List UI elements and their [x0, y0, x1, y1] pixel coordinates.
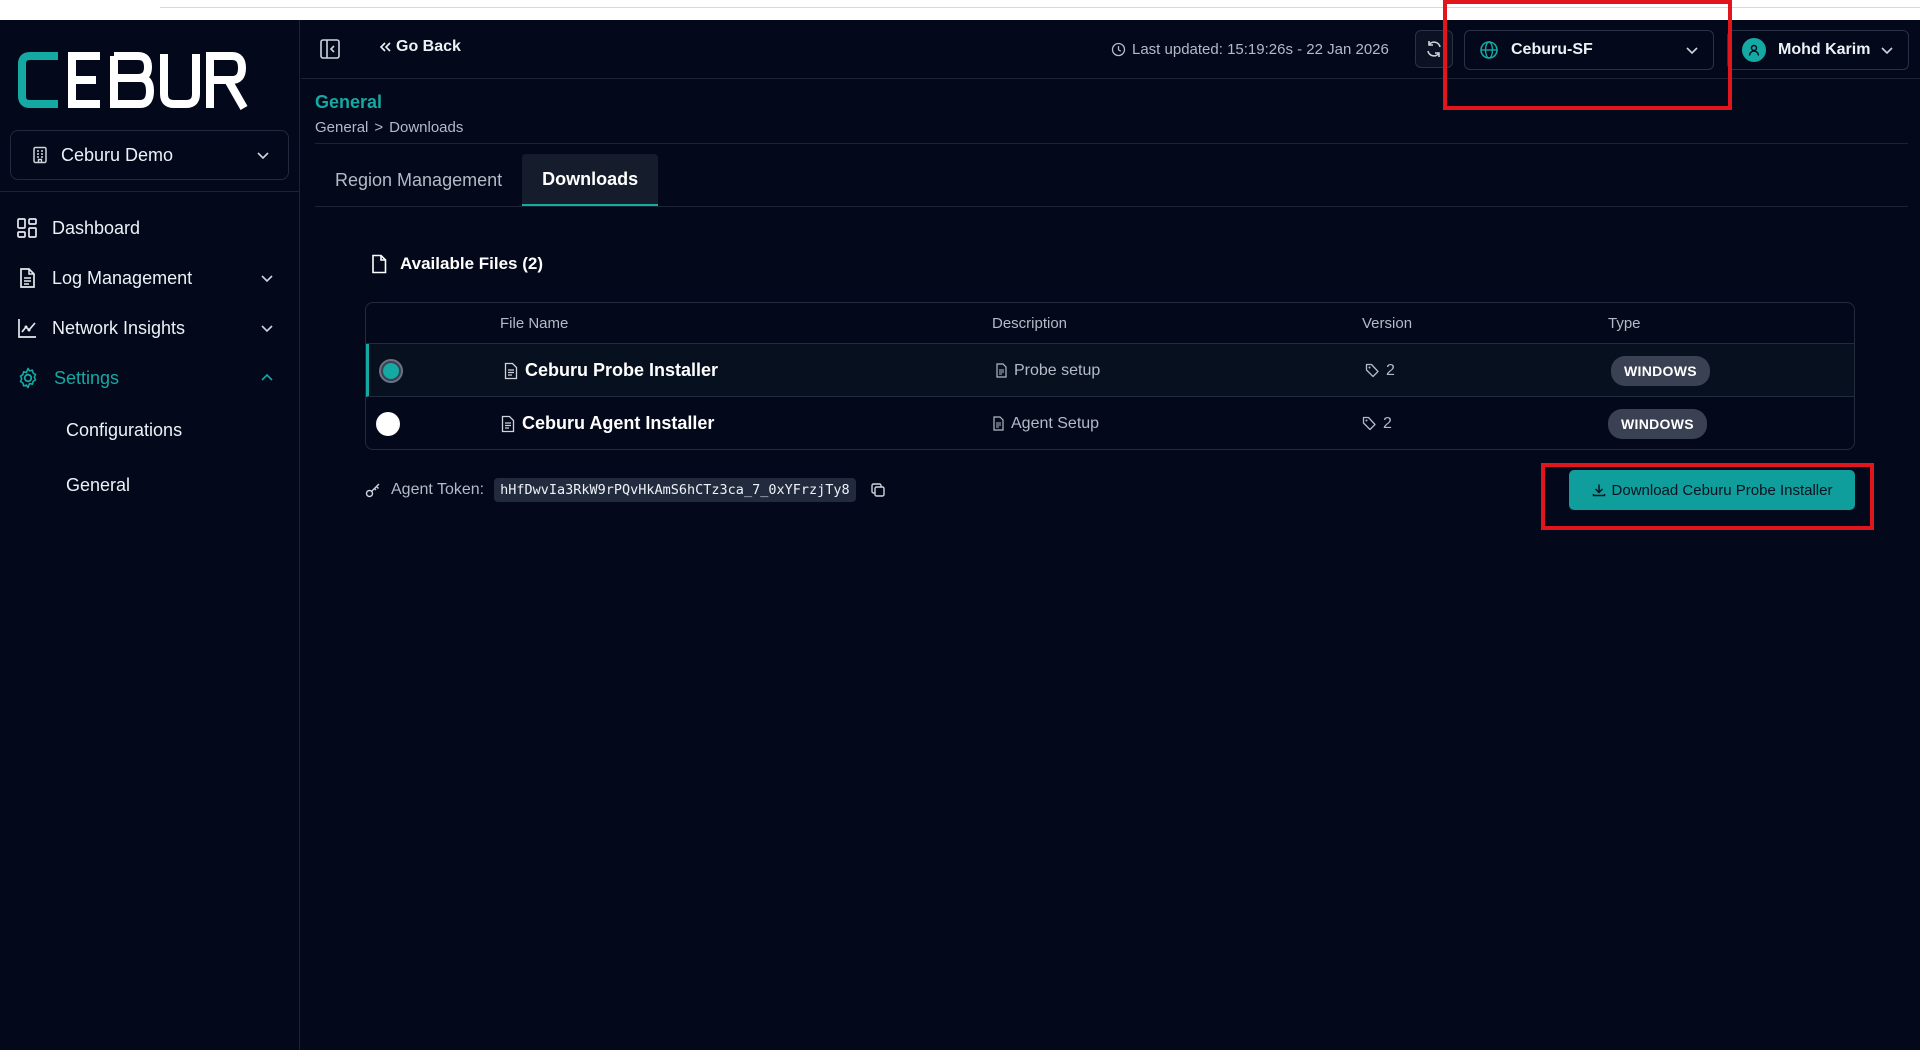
table-header: File Name Description Version Type	[366, 303, 1854, 344]
description-cell: Agent Setup	[992, 397, 1100, 449]
tag-icon	[1365, 363, 1380, 378]
chevron-down-icon	[256, 148, 270, 162]
file-radio-selected[interactable]	[379, 358, 403, 383]
chevron-down-icon	[260, 321, 274, 335]
sidebar-item-label: Log Management	[52, 267, 193, 288]
file-icon	[370, 254, 388, 274]
sidebar-nav: Dashboard Log Management Network Insight…	[0, 203, 300, 513]
sidebar: Ceburu Demo Dashboard Log Management Net…	[0, 20, 300, 1050]
breadcrumb: General > Downloads	[315, 119, 463, 136]
title-divider	[315, 143, 1908, 144]
type-badge: WINDOWS	[1608, 408, 1707, 439]
region-select-label: Ceburu-SF	[1511, 41, 1593, 58]
type-cell: WINDOWS	[1608, 397, 1707, 449]
file-name-cell: Ceburu Agent Installer	[500, 397, 715, 449]
column-header-file-name: File Name	[500, 314, 569, 332]
ceburu-logo	[18, 48, 263, 112]
breadcrumb-item: Downloads	[389, 119, 464, 136]
go-back-label: Go Back	[396, 38, 461, 55]
sidebar-divider	[0, 191, 300, 192]
sidebar-subitem-configurations[interactable]: Configurations	[0, 403, 300, 458]
building-icon	[31, 146, 49, 164]
user-menu-button[interactable]: Mohd Karim	[1727, 30, 1909, 70]
file-description: Agent Setup	[1011, 414, 1100, 432]
table-row[interactable]: Ceburu Probe Installer Probe setup 2 WIN…	[366, 344, 1854, 397]
chart-icon	[16, 317, 38, 339]
breadcrumb-item[interactable]: General	[315, 119, 368, 136]
page-title: General	[315, 92, 383, 112]
clock-icon	[1111, 42, 1126, 57]
download-button-label: Download Ceburu Probe Installer	[1611, 481, 1833, 499]
refresh-icon	[1424, 39, 1444, 59]
breadcrumb-separator: >	[374, 119, 384, 136]
sidebar-item-dashboard[interactable]: Dashboard	[0, 203, 300, 253]
go-back-button[interactable]: Go Back	[378, 38, 461, 56]
avatar	[1742, 38, 1766, 62]
last-updated-text: Last updated: 15:19:26s - 22 Jan 2026	[1132, 41, 1389, 58]
gear-icon	[16, 366, 40, 390]
download-probe-installer-button[interactable]: Download Ceburu Probe Installer	[1569, 470, 1855, 510]
sidebar-item-settings[interactable]: Settings	[0, 353, 300, 403]
column-header-version: Version	[1362, 314, 1413, 332]
file-name-cell: Ceburu Probe Installer	[503, 344, 718, 397]
tab-region-management[interactable]: Region Management	[315, 154, 522, 206]
document-icon	[16, 267, 38, 289]
tab-downloads[interactable]: Downloads	[522, 154, 659, 206]
org-select[interactable]: Ceburu Demo	[10, 130, 289, 180]
tabs: Region Management Downloads	[315, 154, 659, 206]
row-radio-cell	[376, 397, 400, 449]
sidebar-item-network-insights[interactable]: Network Insights	[0, 303, 300, 353]
tabs-divider	[315, 206, 1908, 207]
description-cell: Probe setup	[995, 344, 1100, 397]
tag-icon	[1362, 416, 1377, 431]
version-cell: 2	[1365, 344, 1395, 397]
type-badge: WINDOWS	[1611, 355, 1710, 386]
available-files-title: Available Files (2)	[400, 254, 543, 273]
file-name: Ceburu Agent Installer	[522, 413, 715, 433]
sidebar-item-label: Dashboard	[52, 217, 141, 238]
chevrons-left-icon	[378, 40, 392, 54]
chevron-up-icon	[260, 371, 274, 385]
row-radio-cell	[379, 344, 403, 397]
file-name: Ceburu Probe Installer	[525, 360, 719, 380]
user-name: Mohd Karim	[1778, 41, 1871, 58]
document-icon	[995, 363, 1008, 378]
agent-token-row: Agent Token: hHfDwvIa3RkW9rPQvHkAmS6hCTz…	[365, 478, 886, 502]
download-icon	[1592, 483, 1606, 497]
column-header-type: Type	[1608, 314, 1641, 332]
document-icon	[992, 416, 1005, 431]
sidebar-item-label: Settings	[54, 367, 120, 388]
type-cell: WINDOWS	[1611, 344, 1710, 397]
globe-icon	[1479, 40, 1499, 60]
file-version: 2	[1383, 414, 1392, 432]
top-header: Go Back Last updated: 15:19:26s - 22 Jan…	[301, 20, 1920, 79]
file-icon	[500, 415, 516, 433]
table-row[interactable]: Ceburu Agent Installer Agent Setup 2 WIN…	[366, 397, 1854, 449]
agent-token-label: Agent Token:	[391, 481, 485, 498]
version-cell: 2	[1362, 397, 1392, 449]
copy-icon[interactable]	[870, 482, 886, 498]
file-icon	[503, 362, 519, 380]
sidebar-subitem-general[interactable]: General	[0, 458, 300, 513]
browser-top-strip	[0, 0, 1920, 20]
file-description: Probe setup	[1014, 361, 1101, 379]
dashboard-icon	[16, 217, 38, 239]
sidebar-item-log-management[interactable]: Log Management	[0, 253, 300, 303]
available-files-heading: Available Files (2)	[370, 254, 543, 274]
key-icon	[365, 482, 381, 498]
sidebar-item-label: Network Insights	[52, 317, 186, 338]
chevron-down-icon	[1880, 43, 1894, 57]
org-select-label: Ceburu Demo	[61, 144, 174, 165]
last-updated: Last updated: 15:19:26s - 22 Jan 2026	[1111, 41, 1389, 58]
agent-token-value: hHfDwvIa3RkW9rPQvHkAmS6hCTz3ca_7_0xYFrzj…	[494, 478, 856, 502]
region-select[interactable]: Ceburu-SF	[1464, 30, 1714, 70]
files-table: File Name Description Version Type Cebur…	[365, 302, 1855, 450]
chevron-down-icon	[260, 271, 274, 285]
column-header-description: Description	[992, 314, 1068, 332]
file-radio-unselected[interactable]	[376, 411, 400, 436]
refresh-button[interactable]	[1415, 30, 1453, 68]
chevron-down-icon	[1685, 43, 1699, 57]
file-version: 2	[1386, 361, 1395, 379]
sidebar-collapse-icon[interactable]	[319, 38, 341, 60]
